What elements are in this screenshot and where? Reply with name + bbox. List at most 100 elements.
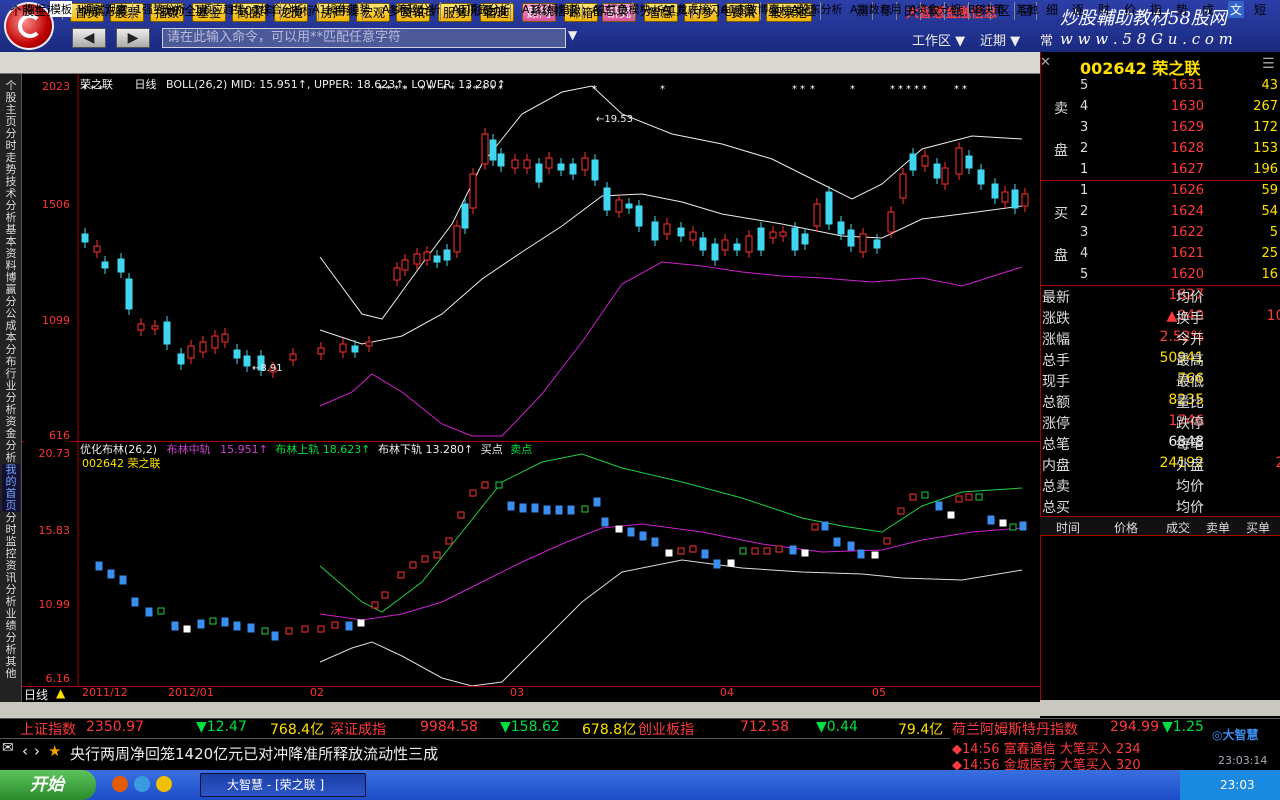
indicator-tab-16[interactable]: BS决策: [968, 1, 1004, 17]
period-tab[interactable]: 日线: [24, 686, 48, 703]
mail-icon[interactable]: ✉: [2, 740, 14, 756]
indicator-tab-17[interactable]: 其他: [1016, 1, 1038, 17]
right-tab-4[interactable]: 指: [1150, 1, 1162, 18]
indicator-tab-8[interactable]: A1顶底分析: [452, 1, 511, 17]
quote-row: 现手766最低1584: [1040, 371, 1280, 392]
indicator-tab-1[interactable]: 模板: [50, 1, 72, 17]
panel-menu-icon[interactable]: ☰: [1262, 56, 1275, 72]
news-next-icon[interactable]: ›: [34, 742, 40, 760]
indicator-tab-10[interactable]: A1红色模块: [592, 1, 651, 17]
star-icon[interactable]: ★: [48, 742, 61, 760]
chevron-down-icon[interactable]: ▼: [568, 28, 577, 42]
quote-row: 涨跌▲040换手10.19%: [1040, 308, 1280, 329]
indicator-tab-6[interactable]: A1操作趋势: [312, 1, 371, 17]
main-chart-header: 荣之联 日线 BOLL(26,2) MID: 15.951↑, UPPER: 1…: [80, 76, 506, 92]
news-headline[interactable]: 央行两周净回笼1420亿元已对冲降准所释放流动性三成: [70, 743, 438, 764]
orderbook-cell: 2: [1080, 204, 1089, 219]
right-tab-7[interactable]: 文: [1228, 1, 1245, 18]
vertical-tab-2[interactable]: 技术分析: [2, 176, 20, 224]
orderbook-row[interactable]: 1 1626 59: [1040, 183, 1280, 204]
right-tab-1[interactable]: 逐: [1072, 1, 1084, 18]
forward-button[interactable]: ▶: [116, 28, 150, 48]
vertical-tab-7[interactable]: 资金分析: [2, 416, 20, 464]
vertical-tab-0[interactable]: 个股主页: [2, 80, 20, 128]
aex-index-change: ▼1.25: [1162, 719, 1204, 735]
mid-band-label: 布林中轨: [166, 443, 211, 456]
svg-text:*: *: [962, 84, 967, 95]
vertical-tab-5[interactable]: 成本分布: [2, 320, 20, 368]
sz-index-name[interactable]: 深证成指: [330, 719, 386, 739]
workarea-menu[interactable]: 工作区 ▼: [912, 30, 965, 49]
cy-index-name[interactable]: 创业板指: [638, 719, 694, 739]
aex-index-name[interactable]: 荷兰阿姆斯特丹指数: [952, 719, 1078, 739]
vertical-tab-1[interactable]: 分时走势: [2, 128, 20, 176]
svg-text:*: *: [660, 84, 665, 95]
cy-index-value: 712.58: [740, 719, 789, 735]
warning-triangle-icon[interactable]: ▲: [56, 686, 65, 700]
usual-menu[interactable]: 常: [1040, 30, 1053, 49]
vertical-tab-11[interactable]: 业绩分析: [2, 608, 20, 656]
quote-cell: 现手: [1042, 374, 1070, 390]
indicator-tab-5[interactable]: 1综合分析: [253, 1, 304, 17]
vertical-tab-4[interactable]: 博赢分公: [2, 272, 20, 320]
right-tab-8[interactable]: 短: [1254, 1, 1266, 18]
quote-cell: 总额: [1042, 395, 1070, 411]
right-tab-3[interactable]: 价: [1124, 1, 1136, 18]
indicator-tab-3[interactable]: 1强势分析: [135, 1, 186, 17]
indicator-tab-4[interactable]: 1顺应趋势: [194, 1, 245, 17]
orderbook-cell: 1620: [1170, 267, 1204, 282]
quote-cell: 最低: [1176, 374, 1204, 390]
orderbook-row[interactable]: 4 1630 267: [1040, 99, 1280, 120]
vertical-tab-9[interactable]: 分时监控: [2, 512, 20, 560]
kline-chart[interactable]: * * * * * * * * * * * * * * * * * * * * * * * * * * * * *: [22, 74, 1040, 442]
vertical-tab-10[interactable]: 资讯分析: [2, 560, 20, 608]
quote-cell: 1584: [1220, 371, 1280, 387]
subchart-svg: [77, 442, 1027, 687]
recent-menu[interactable]: 近期 ▼: [980, 30, 1020, 49]
start-button[interactable]: 开始: [0, 770, 96, 800]
orderbook-row[interactable]: 2 1624 54: [1040, 204, 1280, 225]
right-tab-2[interactable]: 财: [1098, 1, 1110, 18]
orderbook-row[interactable]: 3 1622 5: [1040, 225, 1280, 246]
orderbook-row[interactable]: 4 1621 25: [1040, 246, 1280, 267]
indicator-tab-9[interactable]: A1红绿趋势: [522, 1, 581, 17]
vertical-tab-8[interactable]: 我的首页: [2, 464, 20, 512]
kline-svg: * * * * * * * * * * * * * * * * * * * * * * * * * * * * *: [77, 74, 1029, 442]
indicator-tab-13[interactable]: A股东分析: [791, 1, 843, 17]
folder-icon[interactable]: [156, 776, 172, 792]
orderbook-row[interactable]: 2 1628 153: [1040, 141, 1280, 162]
vertical-tab-12[interactable]: 其他: [2, 656, 20, 680]
right-tab-6[interactable]: 成: [1202, 1, 1214, 18]
indicator-tab-0[interactable]: 指标: [24, 1, 46, 17]
orderbook-cell: 1627: [1170, 162, 1204, 177]
close-panel-icon[interactable]: ✕: [1040, 55, 1051, 70]
vertical-tab-3[interactable]: 基本资料: [2, 224, 20, 272]
svg-text:*: *: [792, 84, 797, 95]
indicator-tab-15[interactable]: A资金分析: [909, 1, 961, 17]
orderbook-cell: 1622: [1170, 225, 1204, 240]
boll-indicator-text: BOLL(26,2) MID: 15.951↑, UPPER: 18.623↑,…: [166, 78, 506, 91]
indicator-tab-14[interactable]: A指数专用: [850, 1, 902, 17]
orderbook-cell: 5: [1080, 267, 1089, 282]
back-button[interactable]: ◀: [72, 28, 106, 48]
indicator-tab-7[interactable]: A1筹码分析: [382, 1, 441, 17]
right-tab-5[interactable]: 势: [1176, 1, 1188, 18]
vertical-tab-6[interactable]: 行业分析: [2, 368, 20, 416]
orderbook-row[interactable]: 3 1629 172: [1040, 120, 1280, 141]
indicator-tab-12[interactable]: A1主散博弈: [721, 1, 780, 17]
high-annotation: ←19.53: [596, 114, 634, 125]
boll-subchart[interactable]: [22, 442, 1040, 687]
command-input[interactable]: 请在此输入命令，可以用**匹配任意字符: [162, 28, 566, 48]
ie-icon[interactable]: [134, 776, 150, 792]
quote-cell: 1428: [1220, 413, 1280, 429]
browser-icon[interactable]: [112, 776, 128, 792]
news-prev-icon[interactable]: ‹: [22, 742, 28, 760]
orderbook-row[interactable]: 5 1631 43: [1040, 78, 1280, 99]
sh-index-name[interactable]: 上证指数: [20, 719, 76, 739]
x-label: 2011/12: [82, 686, 128, 699]
indicator-tab-11[interactable]: A1龙虎榜: [662, 1, 710, 17]
orderbook-cell: 43: [1261, 78, 1278, 93]
indicator-tab-2[interactable]: 1调试观察: [76, 1, 127, 17]
taskbar-app-item[interactable]: 大智慧 - [荣之联 ]: [200, 773, 366, 797]
right-tab-0[interactable]: 细: [1046, 1, 1058, 18]
